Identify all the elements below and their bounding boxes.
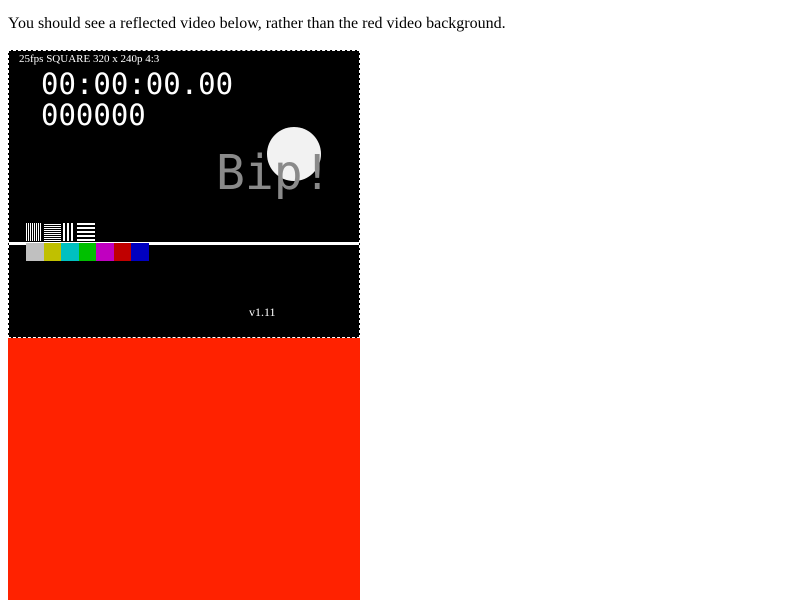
color-bar [96,243,114,261]
color-bar [43,243,61,261]
frame-counter: 000000 [41,98,146,132]
color-bar [61,243,79,261]
color-bar [26,243,44,261]
color-bar [113,243,131,261]
test-pattern-horizontal-coarse [77,223,95,241]
version-label: v1.11 [249,305,276,319]
video-frame[interactable]: 25fps SQUARE 320 x 240p 4:3 00:00:00.00 … [8,50,360,338]
instruction-text: You should see a reflected video below, … [8,15,506,32]
test-patterns [26,223,95,241]
fps-label: 25fps SQUARE 320 x 240p 4:3 [19,53,160,65]
bip-text: Bip! [216,145,332,201]
test-pattern-horizontal-fine [44,223,61,241]
color-bars [26,243,149,261]
video-container[interactable]: 25fps SQUARE 320 x 240p 4:3 00:00:00.00 … [8,50,360,600]
color-bar [78,243,96,261]
color-bar [131,243,149,261]
test-pattern-vertical-coarse [63,223,75,241]
test-pattern-vertical-fine [26,223,42,241]
timecode: 00:00:00.00 [41,67,234,101]
